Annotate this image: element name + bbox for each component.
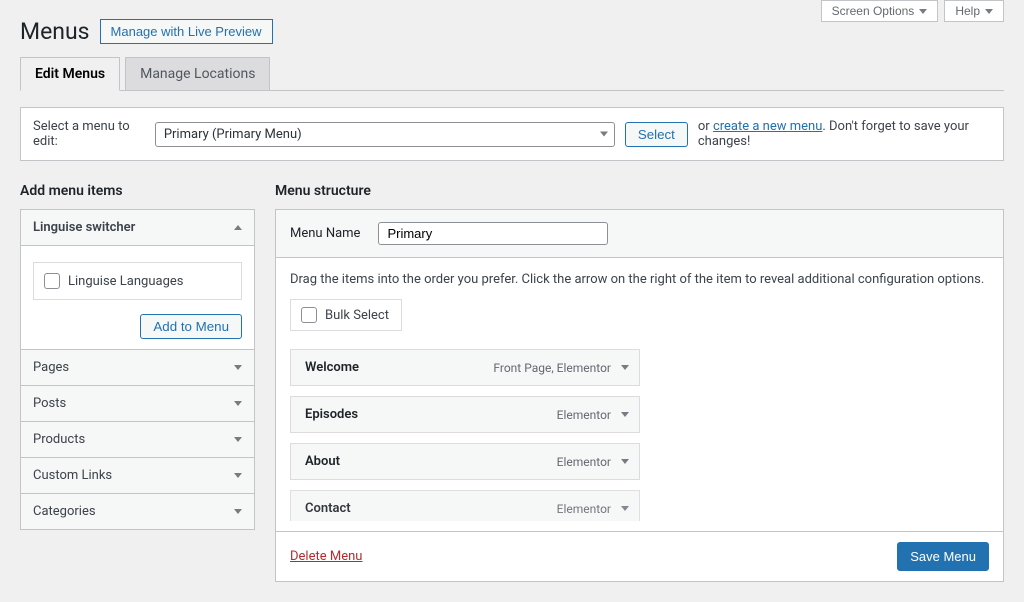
menu-item-type: Front Page, Elementor	[493, 361, 611, 375]
nav-tabs: Edit Menus Manage Locations	[20, 57, 1004, 91]
tab-manage-locations[interactable]: Manage Locations	[125, 57, 270, 91]
create-new-menu-link[interactable]: create a new menu	[713, 119, 822, 134]
chevron-down-icon	[234, 509, 242, 514]
bulk-select-label: Bulk Select	[325, 308, 389, 323]
accordion-categories-title: Categories	[33, 504, 96, 519]
help-button[interactable]: Help	[944, 0, 1004, 22]
accordion-linguise-title: Linguise switcher	[33, 220, 135, 235]
live-preview-button[interactable]: Manage with Live Preview	[100, 19, 273, 44]
linguise-languages-checkbox[interactable]	[44, 273, 60, 289]
menu-item-title: Welcome	[305, 360, 493, 375]
menu-item-title: Contact	[305, 501, 557, 516]
chevron-down-icon	[919, 9, 927, 14]
save-menu-button[interactable]: Save Menu	[897, 542, 989, 571]
menu-item[interactable]: Welcome Front Page, Elementor	[290, 349, 640, 386]
linguise-languages-row[interactable]: Linguise Languages	[44, 273, 231, 289]
menu-item-type: Elementor	[557, 502, 611, 516]
chevron-down-icon[interactable]	[621, 365, 629, 370]
menu-item[interactable]: About Elementor	[290, 443, 640, 480]
add-items-accordion: Linguise switcher Linguise Languages Add…	[20, 209, 255, 530]
select-button[interactable]: Select	[625, 122, 688, 147]
delete-menu-link[interactable]: Delete Menu	[290, 549, 362, 564]
accordion-linguise-body: Linguise Languages Add to Menu	[21, 245, 254, 349]
accordion-linguise-header[interactable]: Linguise switcher	[21, 210, 254, 245]
accordion-custom-links-title: Custom Links	[33, 468, 112, 483]
menu-item[interactable]: Contact Elementor	[290, 490, 640, 521]
chevron-down-icon	[234, 437, 242, 442]
select-menu-tail: or create a new menu. Don't forget to sa…	[698, 119, 991, 149]
menu-item-type: Elementor	[557, 408, 611, 422]
bulk-select-checkbox[interactable]	[301, 307, 317, 323]
accordion-pages-title: Pages	[33, 360, 69, 375]
menu-select-value: Primary (Primary Menu)	[164, 127, 302, 142]
menu-item[interactable]: Episodes Elementor	[290, 396, 640, 433]
accordion-pages-header[interactable]: Pages	[21, 349, 254, 385]
menu-instructions: Drag the items into the order you prefer…	[290, 272, 989, 287]
add-items-heading: Add menu items	[20, 183, 255, 199]
chevron-down-icon[interactable]	[621, 412, 629, 417]
accordion-products-title: Products	[33, 432, 85, 447]
menu-name-input[interactable]	[378, 222, 608, 245]
linguise-languages-label: Linguise Languages	[68, 274, 184, 289]
menu-items-list: Welcome Front Page, Elementor Episodes E…	[290, 349, 640, 521]
accordion-posts-header[interactable]: Posts	[21, 385, 254, 421]
bulk-select-toggle[interactable]: Bulk Select	[290, 299, 402, 331]
menu-structure-heading: Menu structure	[275, 183, 1004, 199]
accordion-products-header[interactable]: Products	[21, 421, 254, 457]
chevron-down-icon[interactable]	[621, 459, 629, 464]
chevron-down-icon	[600, 132, 608, 137]
screen-options-label: Screen Options	[832, 4, 915, 18]
menu-item-title: About	[305, 454, 557, 469]
chevron-down-icon	[234, 473, 242, 478]
help-label: Help	[955, 4, 980, 18]
menu-structure-panel: Menu Name Drag the items into the order …	[275, 209, 1004, 582]
accordion-custom-links-header[interactable]: Custom Links	[21, 457, 254, 493]
menu-item-type: Elementor	[557, 455, 611, 469]
chevron-down-icon	[234, 365, 242, 370]
add-to-menu-button[interactable]: Add to Menu	[140, 314, 242, 339]
menu-name-label: Menu Name	[290, 226, 360, 241]
screen-options-button[interactable]: Screen Options	[821, 0, 939, 22]
chevron-up-icon	[234, 225, 242, 230]
tab-edit-menus[interactable]: Edit Menus	[20, 57, 120, 91]
select-menu-label: Select a menu to edit:	[33, 119, 145, 149]
menu-item-title: Episodes	[305, 407, 557, 422]
chevron-down-icon[interactable]	[621, 506, 629, 511]
menu-select[interactable]: Primary (Primary Menu)	[155, 122, 615, 147]
chevron-down-icon	[985, 9, 993, 14]
page-title: Menus	[20, 18, 90, 45]
select-menu-bar: Select a menu to edit: Primary (Primary …	[20, 107, 1004, 161]
accordion-posts-title: Posts	[33, 396, 66, 411]
accordion-categories-header[interactable]: Categories	[21, 493, 254, 529]
chevron-down-icon	[234, 401, 242, 406]
